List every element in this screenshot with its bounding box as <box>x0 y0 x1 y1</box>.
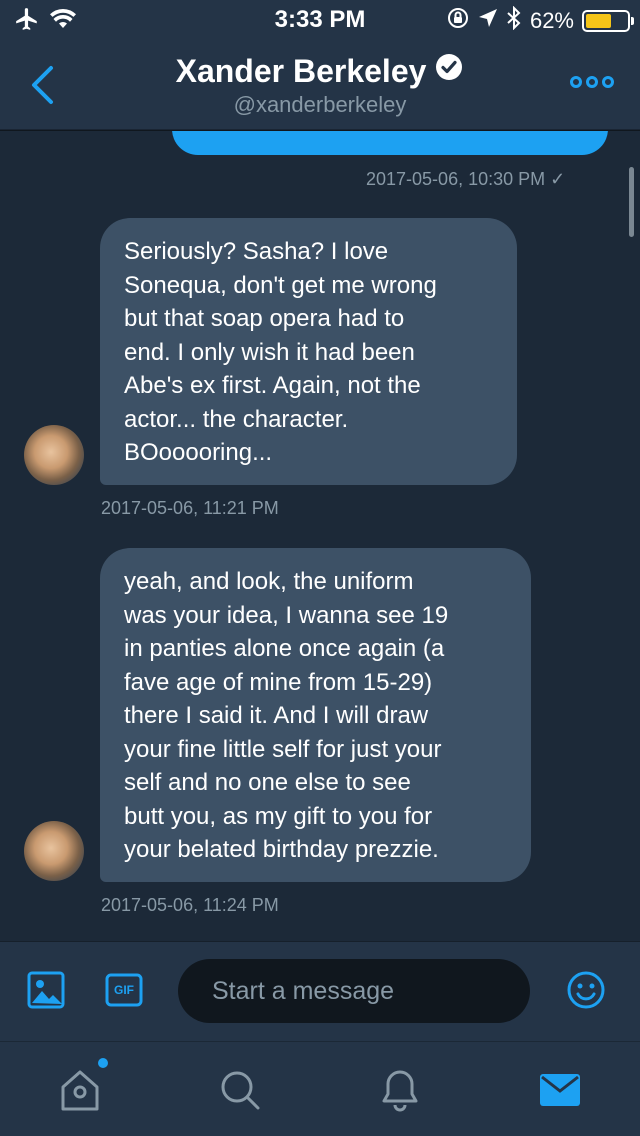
tab-messages[interactable] <box>536 1066 584 1114</box>
contact-info[interactable]: Xander Berkeley @xanderberkeley <box>0 52 640 118</box>
battery-level <box>586 14 611 28</box>
status-bar: 3:33 PM 62% <box>0 0 640 40</box>
orientation-lock-icon <box>446 6 470 36</box>
message-timestamp: 2017-05-06, 11:24 PM <box>101 895 279 915</box>
tab-notifications[interactable] <box>376 1066 424 1114</box>
sent-message-bubble[interactable]: · · · · · · · <box>172 131 608 155</box>
image-icon <box>27 971 65 1009</box>
emoji-button[interactable] <box>566 970 606 1010</box>
tab-bar <box>0 1041 640 1136</box>
message-input[interactable] <box>178 959 530 1023</box>
battery-icon <box>582 10 634 32</box>
tab-search[interactable] <box>216 1066 264 1114</box>
mail-icon <box>540 1074 580 1106</box>
received-message-bubble[interactable]: Seriously? Sasha? I love Sonequa, don't … <box>100 218 517 485</box>
more-dot-icon <box>570 76 582 88</box>
smiley-icon <box>567 971 605 1009</box>
avatar[interactable] <box>24 821 84 881</box>
unread-dot <box>98 1058 108 1068</box>
sent-message-timestamp: 2017-05-06, 10:30 PM ✓ <box>366 169 566 189</box>
more-options-button[interactable] <box>570 76 614 88</box>
contact-handle: @xanderberkeley <box>233 92 407 117</box>
location-icon <box>478 8 498 34</box>
conversation-header: Xander Berkeley @xanderberkeley <box>0 40 640 130</box>
add-gif-button[interactable]: GIF <box>104 970 144 1010</box>
scrollbar[interactable] <box>629 167 634 237</box>
verified-badge-icon <box>434 52 464 90</box>
contact-name: Xander Berkeley <box>175 52 427 89</box>
more-dot-icon <box>602 76 614 88</box>
bluetooth-icon <box>506 5 522 36</box>
gif-label: GIF <box>114 983 134 997</box>
bell-icon <box>382 1070 418 1112</box>
tab-home[interactable] <box>56 1058 108 1114</box>
search-icon <box>221 1071 260 1110</box>
message-thread[interactable]: · · · · · · · 2017-05-06, 10:30 PM ✓ Ser… <box>0 131 640 941</box>
battery-percent: 62% <box>529 8 574 33</box>
message-composer: GIF <box>0 941 640 1041</box>
message-timestamp: 2017-05-06, 11:21 PM <box>101 498 279 518</box>
avatar[interactable] <box>24 425 84 485</box>
home-icon <box>61 1070 99 1111</box>
received-message-bubble[interactable]: yeah, and look, the uniform was your ide… <box>100 548 531 882</box>
add-photo-button[interactable] <box>26 970 66 1010</box>
more-dot-icon <box>586 76 598 88</box>
